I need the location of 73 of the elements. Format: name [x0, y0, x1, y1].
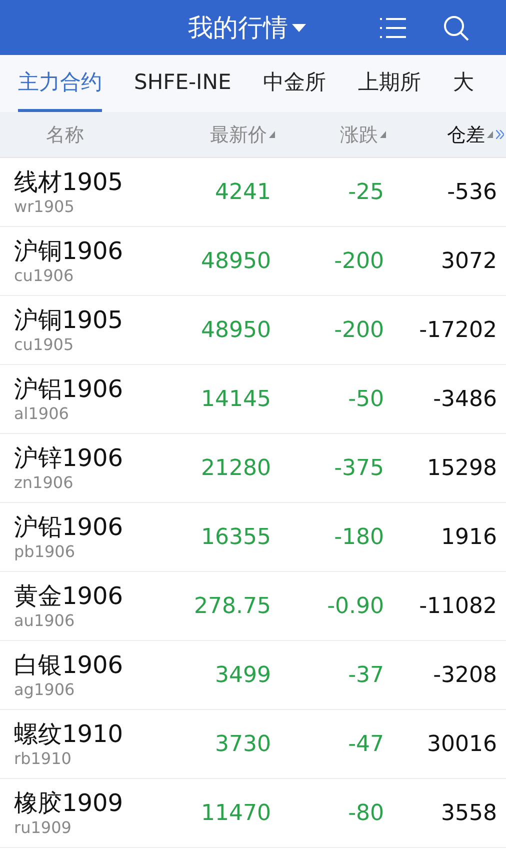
- sort-icon: [269, 131, 275, 138]
- contract-code: cu1906: [14, 266, 75, 286]
- price-cell-text: 21280: [200, 456, 271, 480]
- page-title[interactable]: 我的行情: [188, 11, 288, 44]
- quote-row[interactable]: 黄金1906 au1906 278.75 -0.90 -11082: [0, 572, 506, 641]
- contract-code: zn1906: [14, 473, 74, 493]
- quote-row[interactable]: 沪铅1906 pb1906 16355 -180 1916: [0, 503, 506, 572]
- contract-name: 线材1905: [14, 167, 124, 197]
- contract-name: 螺纹1910: [14, 719, 124, 749]
- change-cell-text: -200: [333, 318, 384, 342]
- price-cell-text: 3499: [214, 662, 271, 688]
- open-interest-change-cell-text: 15298: [426, 456, 497, 480]
- open-interest-change-cell-text: -3208: [432, 662, 497, 688]
- quote-row[interactable]: 橡胶1909 ru1909 11470 -80 3558: [0, 779, 506, 848]
- quote-row[interactable]: 沪铝1906 al1906 14145 -50 -3486: [0, 365, 506, 434]
- open-interest-change-cell-text: 3072: [440, 248, 497, 274]
- search-icon[interactable]: [443, 14, 469, 40]
- open-interest-change-cell-text: -3486: [432, 386, 497, 412]
- price-cell-text: 48950: [200, 248, 271, 274]
- contract-code: ag1906: [14, 680, 76, 700]
- change-cell-text: -37: [347, 662, 384, 688]
- contract-code: au1906: [14, 611, 76, 631]
- contract-name: 沪铜1906: [14, 236, 124, 266]
- contract-name: 沪铜1905: [14, 305, 124, 335]
- change-cell-text: -180: [333, 524, 384, 550]
- double-chevron-icon[interactable]: [496, 130, 504, 139]
- contract-name: 白银1906: [14, 650, 124, 680]
- sort-icon: [487, 131, 493, 138]
- contract-code: cu1905: [14, 335, 75, 355]
- quote-row[interactable]: 白银1906 ag1906 3499 -37 -3208: [0, 641, 506, 710]
- contract-name: 黄金1906: [14, 581, 124, 611]
- change-cell-text: -50: [347, 386, 384, 412]
- contract-name: 橡胶1909: [14, 788, 124, 818]
- exchange-tab[interactable]: 上期所: [358, 55, 422, 112]
- price-cell-text: 278.75: [193, 594, 271, 618]
- contract-name: 沪铝1906: [14, 374, 124, 404]
- contract-code: rb1910: [14, 749, 72, 769]
- contract-name: 沪锌1906: [14, 443, 124, 473]
- open-interest-change-cell-text: 3558: [440, 800, 497, 826]
- contract-name: 沪铅1906: [14, 512, 124, 542]
- quote-row[interactable]: 线材1905 wr1905 4241 -25 -536: [0, 158, 506, 227]
- open-interest-change-cell-text: -11082: [418, 594, 497, 618]
- change-cell-text: -200: [333, 248, 384, 274]
- exchange-tab[interactable]: 大: [453, 55, 474, 112]
- change-cell-text: -80: [347, 800, 384, 826]
- column-header[interactable]: 仓差: [447, 122, 493, 148]
- exchange-tab[interactable]: 中金所: [263, 55, 326, 112]
- contract-code: ru1909: [14, 818, 72, 838]
- quote-row[interactable]: 螺纹1910 rb1910 3730 -47 30016: [0, 710, 506, 779]
- menu-icon[interactable]: [380, 16, 406, 38]
- contract-code: pb1906: [14, 542, 76, 562]
- change-cell-text: -25: [347, 180, 384, 204]
- contract-code: al1906: [14, 404, 70, 424]
- price-cell-text: 14145: [200, 386, 271, 412]
- quote-row[interactable]: 沪铜1906 cu1906 48950 -200 3072: [0, 227, 506, 296]
- open-interest-change-cell-text: -17202: [418, 318, 497, 342]
- caret-icon[interactable]: [292, 24, 306, 32]
- quote-row[interactable]: 沪铜1905 cu1905 48950 -200 -17202: [0, 296, 506, 365]
- sort-icon: [380, 131, 386, 138]
- change-cell-text: -375: [333, 456, 384, 480]
- open-interest-change-cell-text: 30016: [426, 732, 497, 756]
- exchange-tab[interactable]: SHFE-INE: [134, 55, 232, 112]
- price-cell-text: 4241: [214, 180, 271, 204]
- change-cell-text: -0.90: [326, 594, 384, 618]
- price-cell-text: 48950: [200, 318, 271, 342]
- open-interest-change-cell-text: 1916: [440, 524, 497, 550]
- price-cell-text: 16355: [200, 524, 271, 550]
- open-interest-change-cell-text: -536: [446, 180, 497, 204]
- price-cell-text: 11470: [200, 800, 271, 826]
- price-cell-text: 3730: [214, 732, 271, 756]
- contract-code: wr1905: [14, 197, 76, 217]
- quote-row[interactable]: 沪锌1906 zn1906 21280 -375 15298: [0, 434, 506, 503]
- change-cell-text: -47: [347, 732, 384, 756]
